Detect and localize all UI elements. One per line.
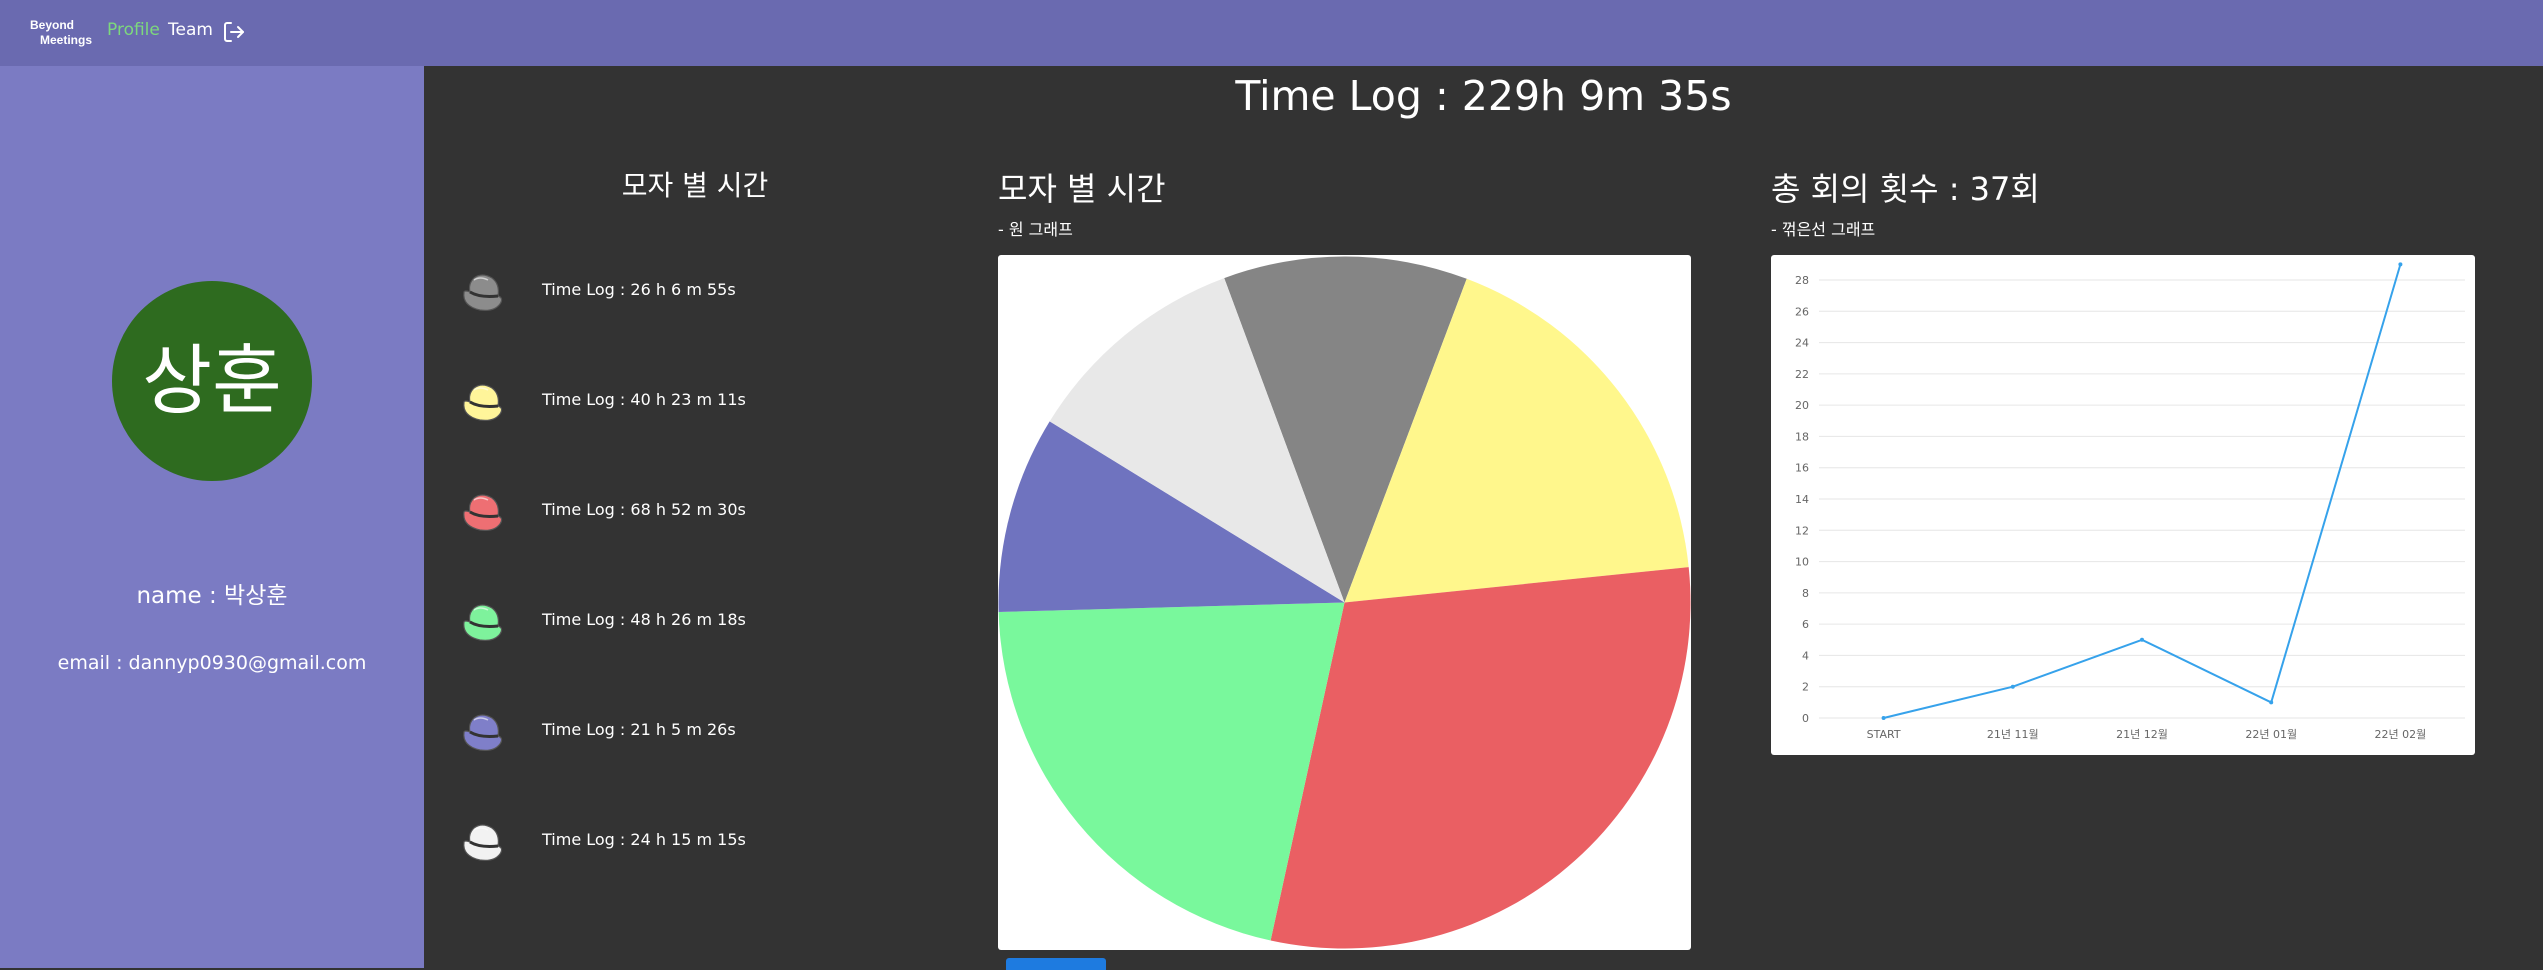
hat-row: Time Log : 24 h 15 m 15s (460, 816, 840, 868)
y-tick-label: 2 (1802, 681, 1809, 694)
hat-time-log-text: Time Log : 26 h 6 m 55s (542, 280, 736, 299)
hat-row: Time Log : 21 h 5 m 26s (460, 706, 840, 758)
y-tick-label: 20 (1795, 399, 1809, 412)
data-point[interactable] (2398, 262, 2403, 267)
y-tick-label: 22 (1795, 368, 1809, 381)
white-hat-icon (463, 824, 503, 861)
pie-chart-svg (998, 256, 1691, 949)
line-chart-svg: 0246810121416182022242628START 21년 11월 21년… (1795, 262, 2465, 741)
data-point[interactable] (2269, 700, 2274, 705)
green-hat-icon (463, 604, 503, 641)
y-tick-label: 24 (1795, 337, 1809, 350)
hat-time-log-text: Time Log : 48 h 26 m 18s (542, 610, 746, 629)
x-tick-label: 22년 01월 (2245, 728, 2297, 741)
logout-icon[interactable] (222, 20, 246, 44)
y-tick-label: 14 (1795, 493, 1809, 506)
hat-row: Time Log : 26 h 6 m 55s (460, 266, 840, 318)
line-chart-subtitle: - 꺾은선 그래프 (1771, 220, 1876, 239)
logo-line-1: Beyond (30, 18, 75, 32)
nav-team-link[interactable]: Team (168, 20, 213, 40)
pie-chart-title: 모자 별 시간 (998, 170, 1166, 208)
y-tick-label: 6 (1802, 618, 1809, 631)
x-tick-label: 21년 11월 (1987, 728, 2039, 741)
hat-time-log-text: Time Log : 24 h 15 m 15s (542, 830, 746, 849)
user-email: email : dannyp0930@gmail.com (57, 652, 367, 674)
y-tick-label: 10 (1795, 556, 1809, 569)
y-tick-label: 28 (1795, 274, 1809, 287)
logo-line-2: Meetings (40, 33, 93, 47)
nav-profile-link[interactable]: Profile (107, 20, 160, 40)
y-tick-label: 0 (1802, 712, 1809, 725)
gray-hat-icon (463, 274, 503, 311)
top-navbar: Beyond Meetings Profile Team (0, 0, 2543, 66)
pie-chart (998, 255, 1691, 950)
hat-time-log-text: Time Log : 68 h 52 m 30s (542, 500, 746, 519)
line-chart: 0 2 4 6 8 10 12 14 16 18 20 22 24 26 28 START 21년 11월 21년… (1771, 255, 2475, 755)
y-tick-label: 8 (1802, 587, 1809, 600)
line-chart-title: 총 회의 횟수 : 37회 (1771, 170, 2040, 208)
avatar: 상훈 (112, 281, 312, 481)
x-tick-label: 21년 12월 (2116, 728, 2168, 741)
x-tick-label: 22년 02월 (2375, 728, 2427, 741)
pie-chart-subtitle: - 원 그래프 (998, 220, 1073, 239)
blue-hat-icon (463, 714, 503, 751)
hat-time-log-text: Time Log : 21 h 5 m 26s (542, 720, 736, 739)
data-point[interactable] (2010, 684, 2015, 689)
y-tick-label: 16 (1795, 462, 1809, 475)
data-point[interactable] (2140, 637, 2144, 642)
beyond-meetings-logo[interactable]: Beyond Meetings (30, 18, 94, 50)
hat-row: Time Log : 40 h 23 m 11s (460, 376, 840, 428)
y-tick-label: 4 (1802, 649, 1809, 662)
chart-action-button[interactable] (1006, 958, 1106, 970)
profile-sidebar: 상훈 name : 박상훈 email : dannyp0930@gmail.c… (0, 66, 424, 968)
x-tick-label: START (1867, 728, 1901, 741)
y-tick-label: 26 (1795, 305, 1809, 318)
red-hat-icon (463, 494, 503, 531)
y-tick-label: 12 (1795, 524, 1809, 537)
hat-time-log-text: Time Log : 40 h 23 m 11s (542, 390, 746, 409)
y-tick-label: 18 (1795, 430, 1809, 443)
hat-list-title: 모자 별 시간 (621, 169, 769, 202)
page-title: Time Log : 229h 9m 35s (1235, 72, 1732, 120)
yellow-hat-icon (463, 384, 503, 421)
meeting-count-line (1883, 264, 2402, 719)
hat-row: Time Log : 68 h 52 m 30s (460, 486, 840, 538)
user-name: name : 박상훈 (136, 583, 288, 609)
hat-row: Time Log : 48 h 26 m 18s (460, 596, 840, 648)
data-point[interactable] (1881, 716, 1886, 720)
